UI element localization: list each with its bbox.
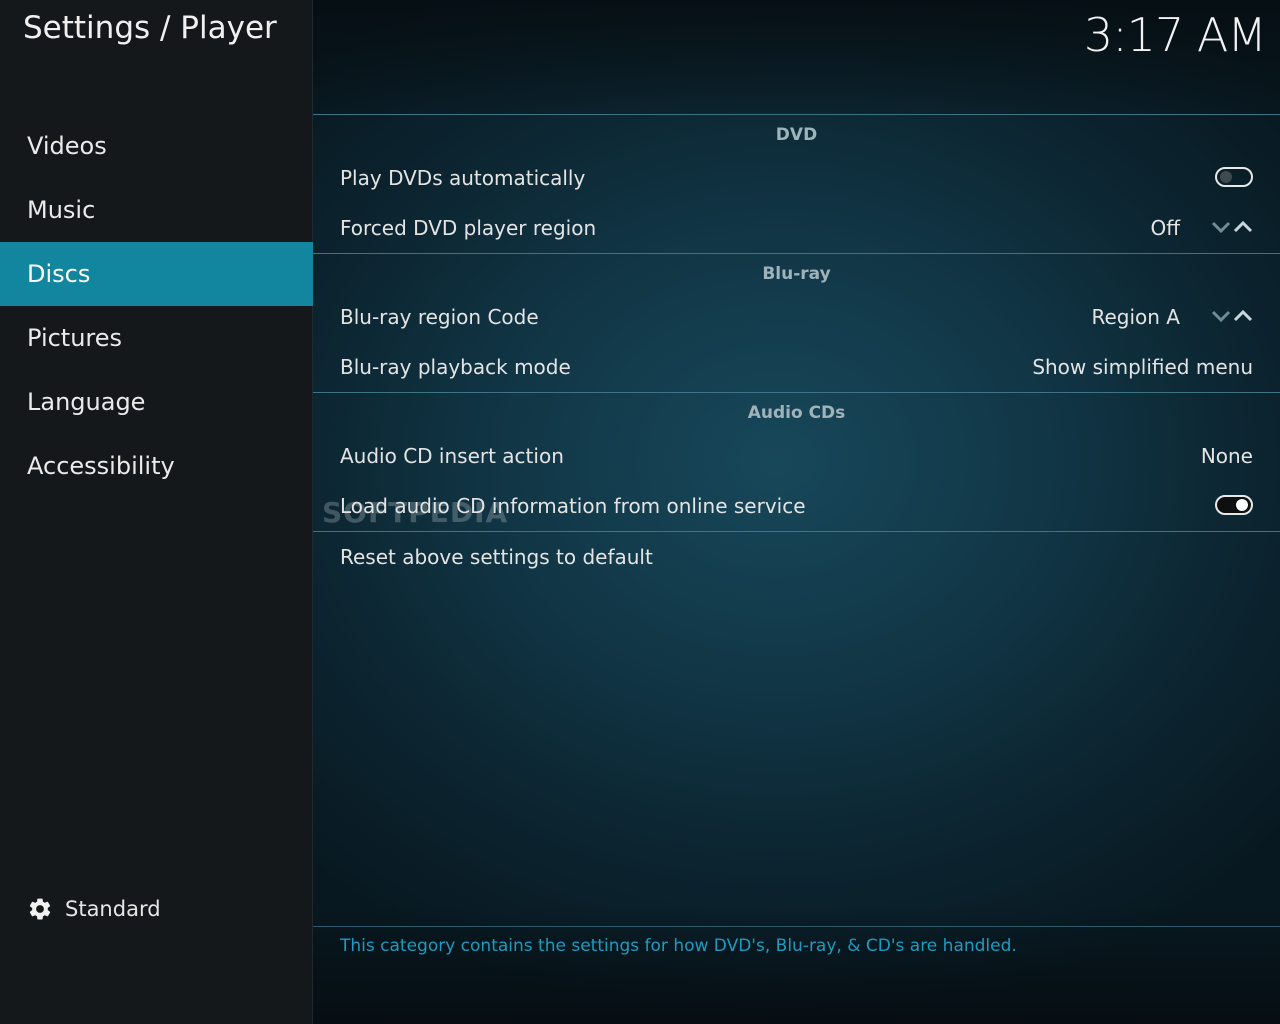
sidebar-item-videos[interactable]: Videos: [0, 114, 313, 178]
kodi-settings-window: Videos Music Discs Pictures Language Acc…: [0, 0, 1280, 1024]
setting-audio-cd-insert-action[interactable]: Audio CD insert action None: [313, 431, 1280, 481]
chevron-up-icon[interactable]: [1233, 309, 1253, 323]
reset-label: Reset above settings to default: [340, 545, 653, 569]
setting-label: Load audio CD information from online se…: [340, 494, 806, 518]
setting-play-dvds-automatically[interactable]: Play DVDs automatically: [313, 153, 1280, 203]
group-header-dvd: DVD: [775, 125, 818, 145]
chevron-down-icon[interactable]: [1211, 220, 1231, 234]
value-spinner: [1211, 220, 1253, 234]
settings-level-button[interactable]: Standard: [27, 896, 161, 922]
page-title: Settings / Player: [23, 10, 277, 46]
settings-list: DVD Play DVDs automatically Forced DVD p…: [313, 114, 1280, 582]
sidebar-item-language[interactable]: Language: [0, 370, 313, 434]
clock: 3:17 AM: [1083, 8, 1267, 62]
setting-value: Off: [1150, 216, 1180, 240]
reset-settings-button[interactable]: Reset above settings to default: [313, 532, 1280, 582]
toggle-knob: [1220, 171, 1232, 183]
setting-bluray-playback-mode[interactable]: Blu-ray playback mode Show simplified me…: [313, 342, 1280, 392]
setting-bluray-region-code[interactable]: Blu-ray region Code Region A: [313, 292, 1280, 342]
chevron-down-icon[interactable]: [1211, 309, 1231, 323]
group-header-bluray: Blu-ray: [762, 264, 831, 284]
settings-level-label: Standard: [65, 897, 161, 921]
setting-label: Blu-ray playback mode: [340, 355, 571, 379]
setting-load-audio-cd-info-online[interactable]: Load audio CD information from online se…: [313, 481, 1280, 531]
setting-forced-dvd-player-region[interactable]: Forced DVD player region Off: [313, 203, 1280, 253]
sidebar-item-discs[interactable]: Discs: [0, 242, 313, 306]
category-list: Videos Music Discs Pictures Language Acc…: [0, 114, 313, 498]
setting-label: Play DVDs automatically: [340, 166, 586, 190]
setting-label: Blu-ray region Code: [340, 305, 539, 329]
setting-value: None: [1200, 444, 1253, 468]
sidebar-item-accessibility[interactable]: Accessibility: [0, 434, 313, 498]
chevron-up-icon[interactable]: [1233, 220, 1253, 234]
sidebar-item-music[interactable]: Music: [0, 178, 313, 242]
sidebar-item-pictures[interactable]: Pictures: [0, 306, 313, 370]
setting-label: Audio CD insert action: [340, 444, 564, 468]
value-spinner: [1211, 309, 1253, 323]
settings-pane: 3:17 AM DVD Play DVDs automatically Forc…: [313, 0, 1280, 1024]
setting-value: Region A: [1091, 305, 1180, 329]
group-header-audio-cds: Audio CDs: [747, 403, 846, 423]
divider: [313, 926, 1280, 927]
setting-value: Show simplified menu: [1032, 355, 1253, 379]
category-description: This category contains the settings for …: [340, 936, 1017, 956]
toggle-knob: [1236, 499, 1248, 511]
sidebar: Videos Music Discs Pictures Language Acc…: [0, 0, 313, 1024]
toggle-switch-off[interactable]: [1215, 167, 1253, 187]
toggle-switch-on[interactable]: [1215, 495, 1253, 515]
gear-icon: [29, 898, 51, 920]
setting-label: Forced DVD player region: [340, 216, 597, 240]
